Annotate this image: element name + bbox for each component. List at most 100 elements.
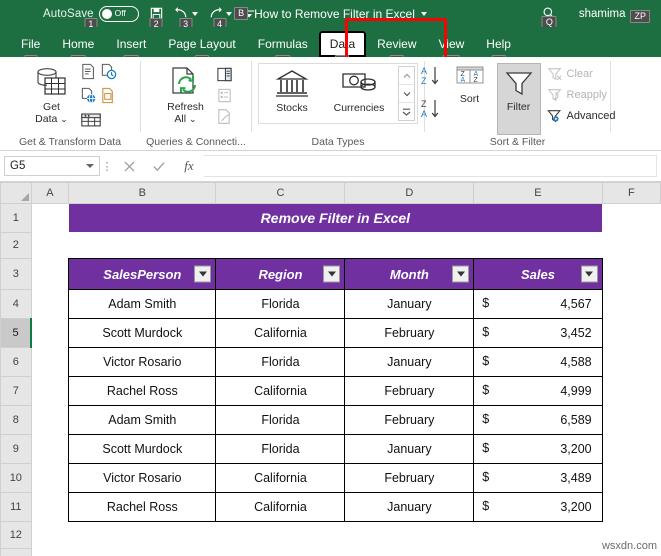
column-header-a[interactable]: A (30, 182, 70, 204)
cell-region[interactable]: California (215, 318, 346, 348)
table-header-salesperson[interactable]: SalesPerson (68, 258, 217, 290)
cell-a7[interactable] (31, 376, 69, 406)
cell-salesperson[interactable]: Rachel Ross (68, 492, 217, 522)
column-header-c[interactable]: C (215, 182, 346, 204)
row-header-9[interactable]: 9 (0, 434, 32, 464)
cell-c12[interactable] (215, 521, 345, 548)
cell-b2[interactable] (68, 232, 216, 259)
cell-region[interactable]: Florida (215, 289, 346, 319)
cell-month[interactable]: January (344, 434, 475, 464)
cell-f2[interactable] (602, 232, 661, 259)
autosave-toggle[interactable]: AutoSave Off 1 (38, 3, 144, 31)
sort-dialog-button[interactable]: Z A A Z Sort (447, 63, 493, 105)
filter-dropdown-region[interactable] (323, 265, 341, 283)
sort-z-to-a-button[interactable]: Z A (420, 98, 444, 125)
cell-f8[interactable] (602, 405, 661, 435)
cell-c2[interactable] (215, 232, 345, 259)
cell-region[interactable]: Florida (215, 347, 346, 377)
cell-a12[interactable] (31, 521, 69, 548)
cell-month[interactable]: January (344, 289, 475, 319)
clear-filter-button[interactable]: Clear (545, 64, 618, 84)
cell-f1[interactable] (602, 203, 661, 232)
tab-home[interactable]: Home H (51, 31, 105, 68)
cell-sales[interactable]: $3,489 (473, 463, 603, 493)
cell-salesperson[interactable]: Scott Murdock (68, 318, 217, 348)
row-header-10[interactable]: 10 (0, 463, 32, 493)
advanced-filter-button[interactable]: Advanced (545, 106, 618, 126)
column-header-f[interactable]: F (601, 182, 661, 204)
cell-month[interactable]: February (344, 376, 475, 406)
cell-f7[interactable] (602, 376, 661, 406)
row-header-1[interactable]: 1 (0, 203, 32, 233)
existing-connections-button[interactable] (80, 111, 117, 128)
account-area[interactable]: shamima ZP (574, 3, 655, 25)
cell-b12[interactable] (68, 521, 216, 548)
cell-region[interactable]: Florida (215, 405, 346, 435)
tab-file[interactable]: File F (10, 31, 51, 68)
cell-f4[interactable] (602, 289, 661, 319)
filter-dropdown-month[interactable] (452, 265, 470, 283)
table-header-region[interactable]: Region (215, 258, 346, 290)
from-table-range-button[interactable] (100, 87, 117, 109)
row-header-12[interactable]: 12 (0, 521, 32, 549)
row-header-2[interactable]: 2 (0, 231, 32, 259)
from-text-csv-button[interactable] (80, 63, 97, 85)
redo-button[interactable]: 4 (203, 3, 237, 31)
get-data-button[interactable]: Get Data ⌄ (24, 63, 80, 125)
scroll-up-button[interactable] (399, 67, 414, 85)
cell-a4[interactable] (31, 289, 69, 319)
currencies-button[interactable]: Currencies (323, 66, 395, 114)
search-button[interactable]: Q (537, 3, 562, 29)
properties-button[interactable] (214, 85, 235, 105)
cell-a6[interactable] (31, 347, 69, 377)
scroll-down-button[interactable] (399, 85, 414, 103)
column-header-e[interactable]: E (473, 182, 603, 204)
cell-salesperson[interactable]: Victor Rosario (68, 463, 217, 493)
cell-a1[interactable] (31, 203, 69, 232)
cell-month[interactable]: January (344, 347, 475, 377)
cell-region[interactable]: California (215, 492, 346, 522)
column-header-d[interactable]: D (344, 182, 475, 204)
cell-f9[interactable] (602, 434, 661, 464)
cell-f3[interactable] (602, 258, 661, 290)
cell-a9[interactable] (31, 434, 69, 464)
tab-formulas[interactable]: Formulas M (247, 31, 319, 68)
cell-salesperson[interactable]: Rachel Ross (68, 376, 217, 406)
column-header-b[interactable]: B (68, 182, 217, 204)
undo-button[interactable]: 3 (169, 3, 203, 31)
cell-region[interactable]: Florida (215, 434, 346, 464)
cell-a3[interactable] (31, 258, 69, 290)
tab-page-layout[interactable]: Page Layout P (157, 31, 246, 68)
cell-region[interactable]: California (215, 376, 346, 406)
tab-review[interactable]: Review R (366, 31, 427, 68)
cell-sales[interactable]: $4,588 (473, 347, 603, 377)
cell-d2[interactable] (344, 232, 474, 259)
tab-insert[interactable]: Insert N (105, 31, 157, 68)
insert-function-button[interactable]: fx (174, 155, 204, 177)
cancel-button[interactable] (114, 155, 144, 177)
autosave-switch[interactable]: Off (98, 5, 139, 22)
cell-month[interactable]: February (344, 318, 475, 348)
cell-a5[interactable] (31, 318, 69, 348)
cell-f5[interactable] (602, 318, 661, 348)
sort-a-to-z-button[interactable]: A Z (420, 65, 444, 92)
row-header-11[interactable]: 11 (0, 492, 32, 522)
cell-sales[interactable]: $4,999 (473, 376, 603, 406)
row-header-5[interactable]: 5 (0, 318, 33, 348)
tab-view[interactable]: View W (428, 31, 476, 68)
reapply-filter-button[interactable]: Reapply (545, 85, 618, 105)
row-header-4[interactable]: 4 (0, 289, 32, 319)
redo-caret-icon[interactable] (225, 11, 232, 16)
table-header-month[interactable]: Month (344, 258, 475, 290)
filter-dropdown-sales[interactable] (580, 265, 598, 283)
cell-salesperson[interactable]: Adam Smith (68, 405, 217, 435)
customize-qat-button[interactable] (237, 3, 261, 25)
undo-caret-icon[interactable] (191, 11, 198, 16)
formula-input[interactable] (204, 155, 657, 177)
row-header-7[interactable]: 7 (0, 376, 32, 406)
table-header-sales[interactable]: Sales (473, 258, 603, 290)
cell-region[interactable]: California (215, 463, 346, 493)
cell-month[interactable]: January (344, 492, 475, 522)
cell-month[interactable]: February (344, 463, 475, 493)
cell-e12[interactable] (473, 521, 603, 548)
